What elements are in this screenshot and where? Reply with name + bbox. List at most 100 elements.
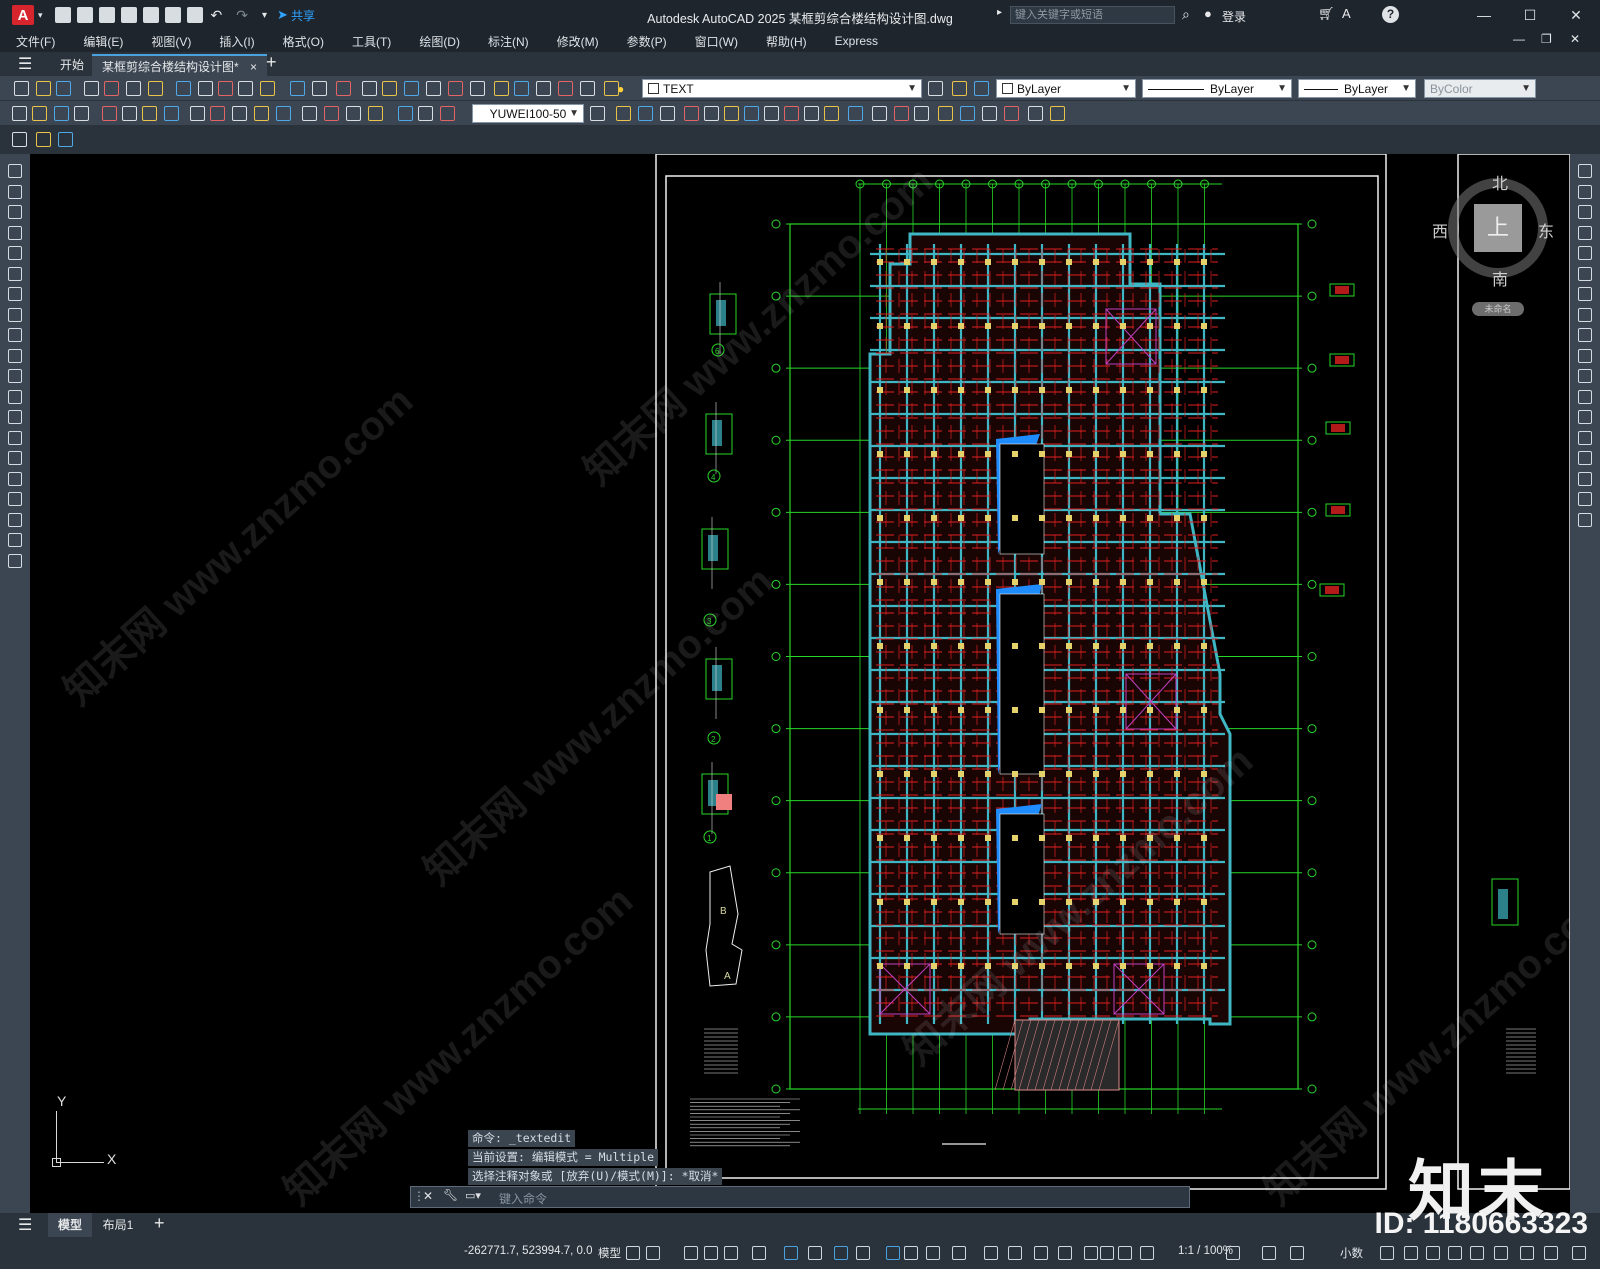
offset-icon[interactable] [1578, 225, 1592, 240]
menu-item[interactable]: 格式(O) [283, 33, 324, 50]
osnap-track-toggle-icon[interactable] [1572, 1246, 1586, 1260]
menu-item[interactable]: 标注(N) [488, 33, 529, 50]
compass-south[interactable]: 南 [1492, 266, 1508, 290]
auto-scale-toggle-icon[interactable] [1034, 1246, 1048, 1260]
scale-icon[interactable] [1578, 307, 1592, 322]
layer-dropdown[interactable]: ● TEXT ▼ [617, 79, 922, 98]
menu-item[interactable]: 视图(V) [151, 33, 191, 50]
polar-toggle-icon[interactable] [724, 1246, 738, 1260]
save-icon[interactable] [98, 7, 115, 23]
cut-icon[interactable] [176, 81, 191, 96]
plotstyle-dropdown[interactable]: ByColor ▼ [1424, 79, 1536, 98]
gradient-icon[interactable] [8, 471, 22, 486]
diameter-icon[interactable] [142, 106, 157, 121]
inspect-icon[interactable] [346, 106, 361, 121]
spline-icon[interactable] [8, 328, 22, 342]
snap-toggle-icon[interactable] [646, 1246, 660, 1260]
mirror-icon[interactable] [638, 106, 653, 121]
linetype-dropdown[interactable]: ByLayer ▼ [1142, 79, 1292, 98]
copy-icon[interactable] [616, 106, 631, 121]
qa-customize-icon[interactable]: ▾ [262, 10, 267, 21]
publish-icon[interactable] [126, 81, 141, 96]
infer-toggle-icon[interactable] [1470, 1246, 1484, 1260]
text-edit-icon[interactable] [418, 106, 433, 121]
menu-item[interactable]: 插入(I) [219, 33, 254, 50]
rotate-icon[interactable] [724, 106, 739, 121]
grid-toggle-icon[interactable] [1426, 1246, 1440, 1260]
trim-icon[interactable] [784, 106, 799, 121]
autodesk-a360-icon[interactable]: A [1342, 6, 1351, 21]
lock-ui-toggle-icon[interactable] [1226, 1246, 1240, 1260]
scale-icon[interactable] [744, 106, 759, 121]
annotation-scale-toggle-icon[interactable] [1058, 1246, 1072, 1260]
paste-icon[interactable] [218, 81, 233, 96]
zoom-window-icon[interactable] [404, 81, 419, 96]
tool-palette-icon[interactable] [494, 81, 509, 96]
graphics-performance-toggle-icon[interactable] [1290, 1246, 1304, 1260]
make-block-icon[interactable] [8, 410, 22, 424]
extend-icon[interactable] [1578, 369, 1592, 383]
break-at-point-icon[interactable] [1578, 389, 1592, 404]
menu-item[interactable]: 帮助(H) [766, 33, 807, 50]
undo-list-icon[interactable] [312, 81, 327, 96]
radius-icon[interactable] [102, 106, 117, 121]
plot-icon[interactable] [186, 7, 203, 23]
zoom-previous-icon[interactable] [426, 81, 441, 96]
extend-icon[interactable] [804, 106, 819, 121]
new-file-icon[interactable] [54, 7, 71, 23]
subtract-icon[interactable] [982, 106, 997, 121]
snap-toggle-icon[interactable] [1448, 1246, 1462, 1260]
continue-icon[interactable] [232, 106, 247, 121]
ellipse-arc-icon[interactable] [8, 369, 22, 383]
search-icon[interactable]: ⌕ [1182, 6, 1190, 23]
block-editor-icon[interactable] [260, 81, 275, 96]
maximize-button[interactable]: ☐ [1508, 0, 1552, 30]
space-icon[interactable] [254, 106, 269, 121]
web-save-icon[interactable] [164, 7, 181, 23]
ortho-toggle-icon[interactable] [704, 1246, 718, 1260]
blend-icon[interactable] [1578, 492, 1592, 506]
rectangle-icon[interactable] [8, 246, 22, 260]
update-icon[interactable] [440, 106, 455, 121]
join-icon[interactable] [1578, 430, 1592, 445]
save-as-icon[interactable] [120, 7, 137, 23]
cmd-close-icon[interactable]: ✕ [423, 1189, 433, 1203]
3d-print-icon[interactable] [148, 81, 163, 96]
infer-toggle-icon[interactable] [684, 1246, 698, 1260]
trim-icon[interactable] [1578, 348, 1592, 363]
add-selected-icon[interactable] [8, 553, 22, 568]
tab-active-drawing[interactable]: 某框剪综合楼结构设计图* × [92, 54, 268, 76]
autocad-app-icon[interactable]: A [12, 5, 34, 25]
make-current-icon[interactable] [928, 81, 943, 96]
redo-icon[interactable]: ↷ [236, 7, 248, 24]
text-front-icon[interactable] [58, 132, 73, 147]
web-open-icon[interactable] [142, 7, 159, 23]
dimstyle-dropdown[interactable]: YUWEI100-50 ▼ [472, 104, 584, 123]
match-properties-icon[interactable] [238, 81, 253, 96]
undo-icon[interactable]: ↶ [211, 7, 223, 24]
ordinate-icon[interactable] [74, 106, 89, 121]
coordinates-readout[interactable]: -262771.7, 523994.7, 0.0 [464, 1245, 593, 1257]
jogged-icon[interactable] [122, 106, 137, 121]
close-button[interactable]: ✕ [1554, 0, 1598, 30]
viewcube[interactable]: 上 北 南 东 西 未命名 [1432, 170, 1560, 320]
chamfer-icon[interactable] [1578, 451, 1592, 465]
tab-layout1[interactable]: 布局1 [96, 1213, 140, 1237]
fillet-icon[interactable] [894, 106, 909, 121]
search-input[interactable]: 键入关键字或短语 [1010, 6, 1175, 24]
selection-cycling-toggle-icon[interactable] [886, 1246, 900, 1260]
line-icon[interactable] [8, 164, 22, 178]
login-label[interactable]: 登录 [1222, 8, 1246, 25]
region-icon[interactable] [938, 106, 953, 121]
object-snap-toggle-icon[interactable] [808, 1246, 822, 1260]
hamburger-menu-icon[interactable]: ☰ [18, 54, 32, 74]
break-icon[interactable] [824, 106, 839, 121]
new-tab-icon[interactable]: + [266, 52, 277, 73]
ortho-toggle-icon[interactable] [1494, 1246, 1508, 1260]
revolve-icon[interactable] [1050, 106, 1065, 121]
isodraft-toggle-icon[interactable] [1544, 1246, 1558, 1260]
minimize-button[interactable]: — [1462, 0, 1506, 30]
color-dropdown[interactable]: ByLayer ▼ [996, 79, 1136, 98]
rotate-icon[interactable] [1578, 287, 1592, 301]
layer-previous-icon[interactable] [952, 81, 967, 96]
